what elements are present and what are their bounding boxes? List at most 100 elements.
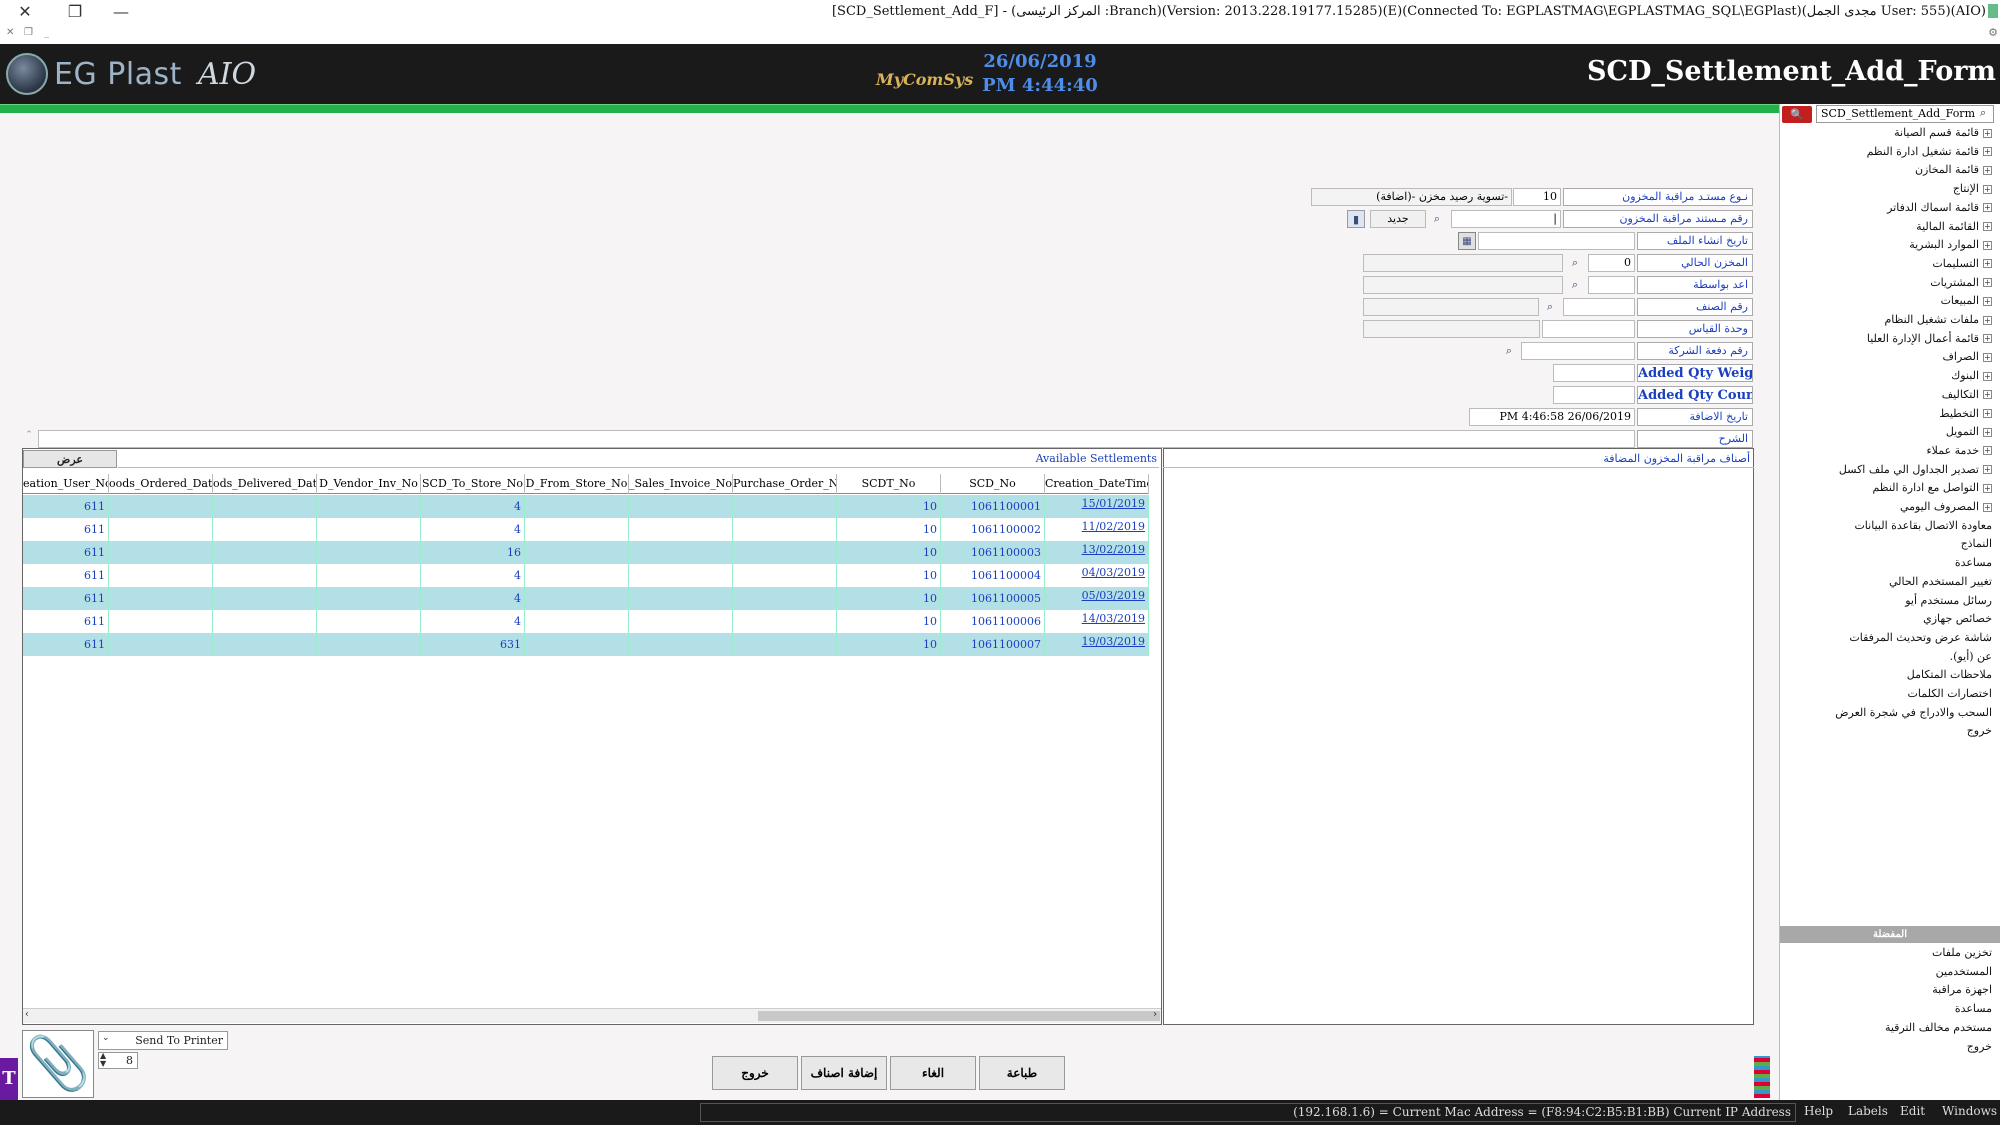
tree-item[interactable]: + الصراف (1792, 350, 1992, 368)
expand-icon[interactable]: + (1983, 502, 1992, 512)
tree-item[interactable]: خصائص جهازي (1792, 612, 1992, 630)
table-row[interactable]: 611 4 10 1061100005 05/03/2019 (23, 587, 1149, 610)
tree-item[interactable]: مساعدة (1792, 556, 1992, 574)
menu-search-input[interactable]: SCD_Settlement_Add_Form (1816, 105, 1994, 123)
created-date-field[interactable] (1478, 232, 1635, 250)
tree-item[interactable]: + القائمة المالية (1792, 220, 1992, 238)
books-icon[interactable] (1754, 1056, 1770, 1098)
tree-item[interactable]: + المشتريات (1792, 276, 1992, 294)
expand-icon[interactable]: + (1983, 278, 1992, 288)
tree-item[interactable]: + البنوك (1792, 369, 1992, 387)
search-button[interactable]: 🔍 (1782, 106, 1812, 123)
cancel-button[interactable]: الغاء (890, 1056, 976, 1090)
column-header[interactable]: Creation_DateTime (1045, 474, 1149, 494)
mdi-minimize-icon[interactable]: _ (44, 27, 49, 38)
current-store-search-icon[interactable]: ⌕ (1566, 254, 1584, 272)
tree-item[interactable]: + التواصل مع ادارة النظم (1792, 481, 1992, 499)
added-qty-weight-field[interactable] (1553, 364, 1635, 382)
tree-item[interactable]: + التكاليف (1792, 388, 1992, 406)
notes-scroll-icon[interactable]: ⌃ (22, 430, 36, 448)
expand-icon[interactable]: + (1983, 165, 1992, 175)
menu-labels[interactable]: Labels (1848, 1104, 1888, 1118)
attachment-icon[interactable]: 📎 (22, 1030, 94, 1098)
tree-item[interactable]: رسائل مستخدم أيو (1792, 594, 1992, 612)
tree-item[interactable]: اختصارات الكلمات (1792, 687, 1992, 705)
unit-code-field[interactable] (1542, 320, 1635, 338)
search-icon[interactable]: ⌕ (1980, 106, 1986, 120)
tree-item[interactable]: + التسليمات (1792, 257, 1992, 275)
expand-icon[interactable]: + (1983, 184, 1992, 194)
tree-item[interactable]: + الإنتاج (1792, 182, 1992, 200)
print-destination-select[interactable]: ⌄ Send To Printer (98, 1031, 228, 1050)
expand-icon[interactable]: + (1983, 334, 1992, 344)
expand-icon[interactable]: + (1983, 483, 1992, 493)
tree-item[interactable]: + المبيعات (1792, 294, 1992, 312)
favorite-item[interactable]: اجهزة مراقبة (1792, 983, 1992, 1001)
tree-item[interactable]: + قائمة أعمال الإدارة العليا (1792, 332, 1992, 350)
expand-icon[interactable]: + (1983, 259, 1992, 269)
expand-icon[interactable]: + (1983, 222, 1992, 231)
menu-windows[interactable]: Windows (1942, 1104, 1997, 1118)
stepper-arrows-icon[interactable]: ▲ ▼ (100, 1052, 106, 1068)
expand-icon[interactable]: + (1983, 203, 1992, 213)
tree-item[interactable]: السحب والادراج في شجرة العرض (1792, 706, 1992, 724)
mdi-restore-icon[interactable]: ❐ (24, 27, 33, 38)
table-row[interactable]: 611 4 10 1061100001 15/01/2019 (23, 495, 1149, 518)
expand-icon[interactable]: + (1983, 409, 1992, 418)
expand-icon[interactable]: + (1983, 128, 1992, 138)
batch-no-search-icon[interactable]: ⌕ (1500, 342, 1518, 360)
column-header[interactable]: eation_User_No (23, 474, 109, 494)
expand-icon[interactable]: + (1983, 240, 1992, 250)
tree-item[interactable]: + قائمة اسماك الدفاتر (1792, 201, 1992, 219)
grid-horizontal-scrollbar[interactable]: ‹ › (23, 1008, 1161, 1023)
tree-item[interactable]: + قائمة المخازن (1792, 163, 1992, 181)
exit-button[interactable]: خروج (712, 1056, 798, 1090)
item-no-field[interactable] (1563, 298, 1635, 316)
tree-item[interactable]: + تصدير الجداول الي ملف اكسل (1792, 463, 1992, 481)
side-tab-icon[interactable]: T (0, 1058, 18, 1100)
favorite-item[interactable]: المستخدمين (1792, 965, 1992, 983)
column-header[interactable]: SCDT_No (837, 474, 941, 494)
column-header[interactable]: _Sales_Invoice_No (629, 474, 733, 494)
table-row[interactable]: 611 4 10 1061100002 11/02/2019 (23, 518, 1149, 541)
doc-no-search-icon[interactable]: ⌕ (1428, 210, 1446, 228)
column-header[interactable]: ods_Delivered_Date (213, 474, 317, 494)
tree-item[interactable]: + قائمة تشغيل ادارة النظم (1792, 145, 1992, 163)
calendar-icon[interactable]: ▦ (1458, 232, 1476, 250)
copies-stepper[interactable]: ▲ ▼ 8 (98, 1052, 138, 1069)
tree-item[interactable]: تغيير المستخدم الحالي (1792, 575, 1992, 593)
tree-item[interactable]: خروج (1792, 724, 1992, 742)
print-button[interactable]: طباعة (979, 1056, 1065, 1090)
tree-item[interactable]: + الموارد البشرية (1792, 238, 1992, 256)
table-row[interactable]: 611 631 10 1061100007 19/03/2019 (23, 633, 1149, 656)
column-header[interactable]: SCD_To_Store_No (421, 474, 525, 494)
added-qty-count-field[interactable] (1553, 386, 1635, 404)
show-button[interactable]: عرض (23, 450, 117, 468)
tree-item[interactable]: عن (أيو). (1792, 650, 1992, 668)
tree-item[interactable]: + ملفات تشغيل النظام (1792, 313, 1992, 331)
new-doc-icon[interactable]: ▮ (1347, 210, 1365, 228)
added-date-field[interactable]: PM 4:46:58 26/06/2019 (1469, 408, 1635, 426)
mdi-close-icon[interactable]: ✕ (6, 27, 14, 38)
current-store-code-field[interactable]: 0 (1588, 254, 1635, 272)
column-header[interactable]: D_From_Store_No (525, 474, 629, 494)
expand-icon[interactable]: + (1983, 390, 1992, 400)
batch-no-field[interactable] (1521, 342, 1635, 360)
table-row[interactable]: 611 16 10 1061100003 13/02/2019 (23, 541, 1149, 564)
tree-item[interactable]: + خدمة عملاء (1792, 444, 1992, 462)
tree-item[interactable]: شاشة عرض وتحديث المرفقات (1792, 631, 1992, 649)
expand-icon[interactable]: + (1983, 315, 1992, 325)
table-row[interactable]: 611 4 10 1061100006 14/03/2019 (23, 610, 1149, 633)
scroll-thumb[interactable] (758, 1011, 1160, 1021)
scroll-left-icon[interactable]: ‹ (25, 1009, 29, 1020)
favorite-item[interactable]: خروج (1792, 1040, 1992, 1058)
expand-icon[interactable]: + (1983, 147, 1992, 157)
favorite-item[interactable]: تخزين ملفات (1792, 946, 1992, 964)
table-row[interactable]: 611 4 10 1061100004 04/03/2019 (23, 564, 1149, 587)
settings-small-icon[interactable]: ⚙ (1988, 26, 1998, 39)
tree-item[interactable]: + التمويل (1792, 425, 1992, 443)
expand-icon[interactable]: + (1983, 352, 1992, 362)
expand-icon[interactable]: + (1983, 371, 1992, 381)
tree-item[interactable]: + المصروف اليومي (1792, 500, 1992, 518)
column-header[interactable]: oods_Ordered_Date (109, 474, 213, 494)
